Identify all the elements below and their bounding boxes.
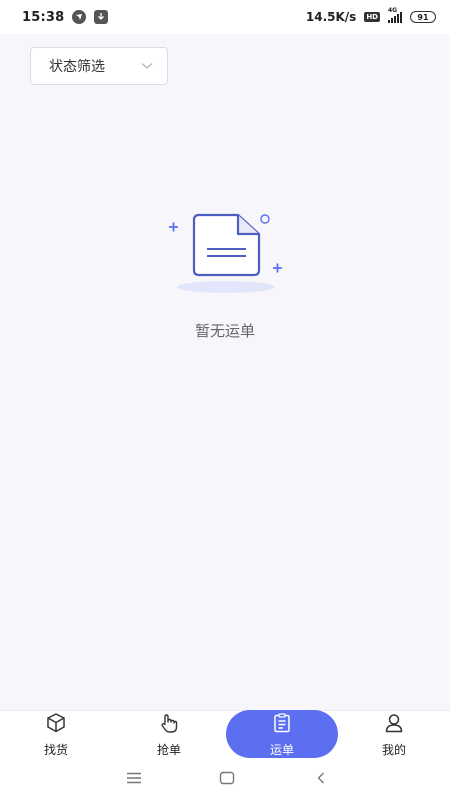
tab-waybill[interactable]: 运单	[226, 711, 338, 759]
download-icon	[94, 10, 109, 24]
tab-mine-label: 我的	[381, 743, 406, 757]
tab-grab-order-label: 抢单	[156, 743, 181, 757]
tab-waybill-label: 运单	[269, 743, 294, 757]
box-icon	[45, 712, 67, 738]
tab-grab-order[interactable]: 抢单	[113, 711, 225, 759]
network-type: 4G	[388, 6, 398, 14]
status-time: 15:38	[22, 9, 65, 25]
net-speed: 14.5K/s	[305, 10, 357, 24]
status-bar: 15:38 14.5K/s HD 4G 91	[0, 0, 450, 34]
clipboard-icon	[271, 712, 293, 738]
back-icon[interactable]	[314, 770, 328, 789]
tab-find-cargo[interactable]: 找货	[0, 711, 112, 759]
status-right: 14.5K/s HD 4G 91	[305, 7, 436, 24]
battery-icon: 91	[410, 11, 436, 23]
battery-level: 91	[417, 12, 429, 22]
status-filter-dropdown[interactable]: 状态筛选	[30, 47, 168, 85]
system-nav-bar	[0, 758, 450, 800]
chevron-down-icon	[141, 62, 153, 70]
main-content: 状态筛选 暂无运单	[0, 34, 450, 710]
tab-find-cargo-label: 找货	[43, 743, 68, 757]
status-filter-label: 状态筛选	[49, 59, 105, 75]
empty-state-text: 暂无运单	[194, 322, 255, 340]
tap-hand-icon	[158, 712, 180, 738]
signal-icon: 4G	[388, 7, 402, 23]
user-icon	[383, 712, 405, 738]
empty-document-icon	[164, 212, 288, 298]
bottom-tab-bar: 找货 抢单 运单 我的	[0, 710, 450, 758]
status-left: 15:38	[22, 9, 109, 25]
app-notification-icon	[72, 10, 87, 24]
tab-mine[interactable]: 我的	[338, 711, 450, 759]
hd-icon: HD	[364, 12, 380, 22]
menu-icon[interactable]	[126, 770, 142, 789]
home-icon[interactable]	[219, 770, 235, 789]
